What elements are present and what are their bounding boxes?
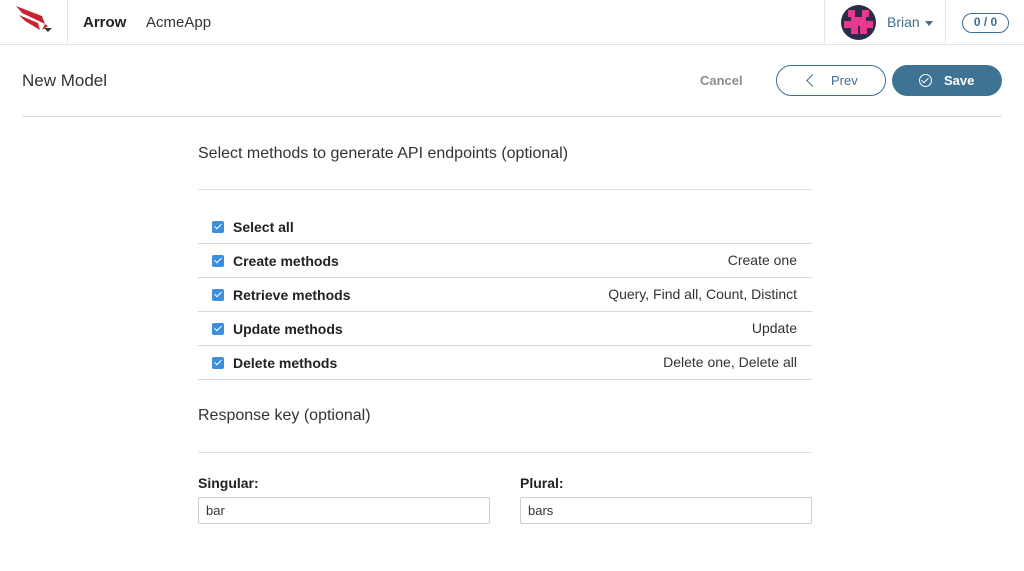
prev-button[interactable]: Prev [776, 65, 886, 96]
avatar [841, 5, 876, 40]
chevron-down-icon [44, 28, 52, 32]
plural-input[interactable] [520, 497, 812, 524]
method-description: Update [751, 320, 797, 336]
singular-label: Singular: [198, 475, 259, 491]
methods-divider [198, 189, 812, 190]
method-label: Retrieve methods [233, 287, 351, 303]
check-circle-icon [919, 74, 932, 87]
method-description: Delete one, Delete all [663, 354, 797, 370]
logo-menu[interactable] [0, 0, 68, 45]
method-row-update[interactable]: Update methods Update [198, 312, 812, 346]
top-navbar: Arrow AcmeApp Brian 0 / 0 [0, 0, 1024, 45]
brand-name[interactable]: Arrow [83, 14, 126, 31]
plural-label: Plural: [520, 475, 564, 491]
singular-input[interactable] [198, 497, 490, 524]
user-menu[interactable]: Brian [824, 0, 946, 45]
method-description: Query, Find all, Count, Distinct [608, 286, 797, 302]
notification-counter[interactable]: 0 / 0 [962, 13, 1009, 33]
checkbox-checked-icon[interactable] [212, 221, 224, 233]
checkbox-checked-icon[interactable] [212, 255, 224, 267]
app-name[interactable]: AcmeApp [146, 14, 211, 31]
save-button[interactable]: Save [892, 65, 1002, 96]
method-label: Update methods [233, 321, 343, 337]
methods-section-title: Select methods to generate API endpoints… [198, 145, 569, 162]
method-label: Select all [233, 219, 294, 235]
method-description: Create one [727, 252, 797, 268]
prev-button-label: Prev [831, 73, 858, 88]
checkbox-checked-icon[interactable] [212, 323, 224, 335]
method-row-select-all[interactable]: Select all [198, 210, 812, 244]
method-label: Create methods [233, 253, 339, 269]
chevron-down-icon [925, 21, 933, 26]
checkbox-checked-icon[interactable] [212, 289, 224, 301]
method-row-create[interactable]: Create methods Create one [198, 244, 812, 278]
chevron-left-icon [806, 74, 819, 87]
response-section-title: Response key (optional) [198, 407, 371, 424]
method-row-delete[interactable]: Delete methods Delete one, Delete all [198, 346, 812, 380]
header-divider [22, 116, 1002, 117]
checkbox-checked-icon[interactable] [212, 357, 224, 369]
page-title: New Model [22, 71, 108, 90]
method-row-retrieve[interactable]: Retrieve methods Query, Find all, Count,… [198, 278, 812, 312]
response-divider [198, 452, 812, 453]
save-button-label: Save [944, 73, 975, 88]
user-name: Brian [887, 14, 920, 30]
cancel-button[interactable]: Cancel [700, 73, 743, 88]
method-label: Delete methods [233, 355, 338, 371]
